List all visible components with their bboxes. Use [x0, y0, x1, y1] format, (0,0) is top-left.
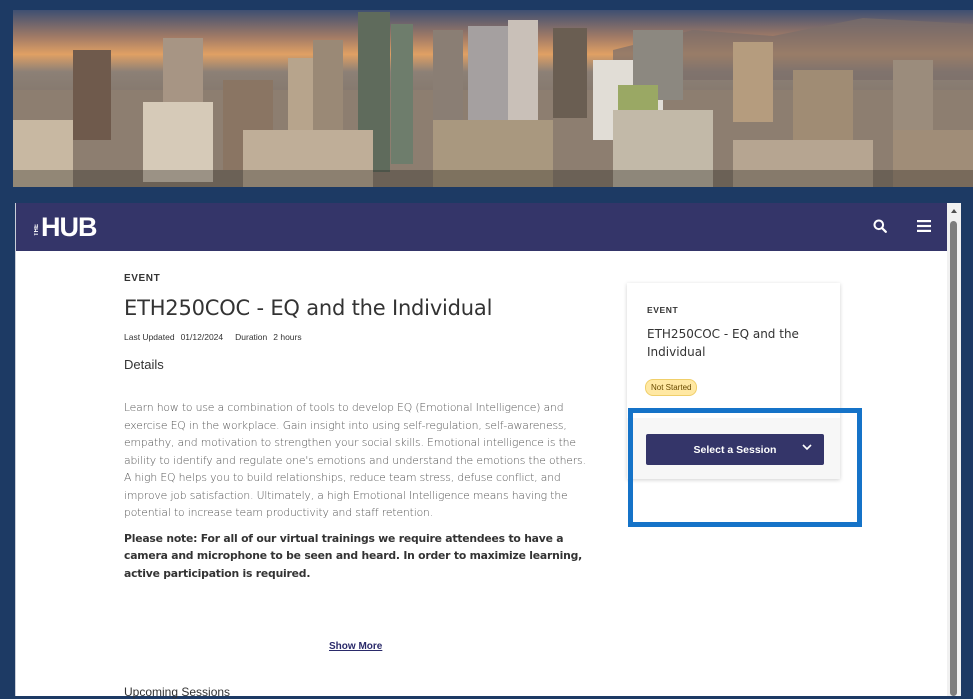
- select-session-label: Select a Session: [693, 443, 777, 456]
- last-updated-label: Last Updated: [124, 332, 175, 342]
- enrollment-card: EVENT ETH250COC - EQ and the Individual …: [627, 283, 840, 479]
- logo-text: HUB: [41, 212, 97, 242]
- logo-prefix: THE: [34, 224, 40, 236]
- duration-label: Duration: [235, 332, 268, 342]
- last-updated-value: 01/12/2024: [180, 332, 224, 342]
- event-description: Learn how to use a combination of tools …: [124, 401, 586, 519]
- card-title: ETH250COC - EQ and the Individual: [647, 327, 799, 359]
- city-skyline-image: [13, 10, 973, 187]
- status-badge: Not Started: [645, 379, 698, 396]
- select-session-button[interactable]: Select a Session: [646, 434, 824, 465]
- banner-divider: [0, 187, 973, 203]
- event-meta: Last Updated 01/12/2024 Duration 2 hours: [124, 332, 594, 342]
- search-icon[interactable]: [869, 215, 891, 237]
- scroll-thumb[interactable]: [950, 221, 957, 696]
- page-title: ETH250COC - EQ and the Individual: [124, 296, 493, 320]
- city-banner: [13, 10, 973, 187]
- scroll-up-arrow-icon[interactable]: [951, 209, 957, 213]
- hub-logo[interactable]: THE HUB: [34, 212, 97, 242]
- vertical-scrollbar[interactable]: [947, 203, 961, 696]
- card-eyebrow: EVENT: [647, 305, 679, 315]
- top-navbar: THE HUB: [16, 203, 961, 251]
- chevron-down-icon: [802, 444, 812, 451]
- menu-icon[interactable]: [913, 215, 935, 237]
- event-eyebrow: EVENT: [124, 273, 161, 284]
- event-note: Please note: For all of our virtual trai…: [124, 531, 583, 580]
- upcoming-sessions-heading: Upcoming Sessions: [124, 685, 231, 699]
- show-more-link[interactable]: Show More: [329, 641, 382, 652]
- event-content: EVENT ETH250COC - EQ and the Individual …: [124, 273, 594, 699]
- duration-value: 2 hours: [273, 332, 302, 342]
- details-heading: Details: [124, 357, 164, 372]
- page-frame: THE HUB EVENT ETH250COC - EQ and the Ind…: [15, 203, 961, 699]
